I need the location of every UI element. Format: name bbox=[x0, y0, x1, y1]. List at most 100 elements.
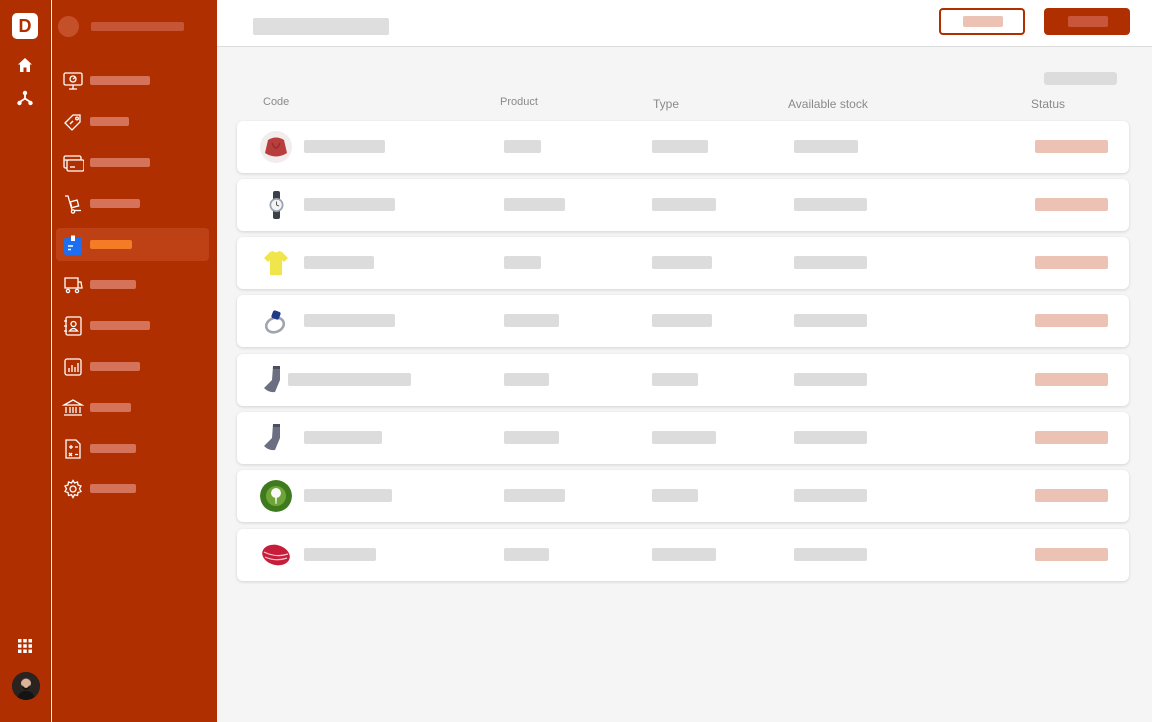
sidebar-item-purchases[interactable] bbox=[56, 268, 209, 301]
available-stock bbox=[794, 314, 867, 327]
product-type bbox=[652, 431, 716, 444]
table-row[interactable] bbox=[237, 295, 1129, 347]
inventory-icon bbox=[62, 234, 84, 256]
sidebar-item-label bbox=[90, 76, 150, 85]
column-header-status[interactable]: Status bbox=[1031, 97, 1065, 111]
product-type bbox=[652, 198, 716, 211]
product-image bbox=[260, 247, 292, 279]
product-type bbox=[652, 373, 698, 386]
product-image bbox=[260, 480, 292, 512]
sidebar-item-label bbox=[90, 444, 136, 453]
product-image bbox=[260, 305, 292, 337]
column-header-code[interactable]: Code bbox=[263, 96, 289, 108]
status-badge bbox=[1035, 489, 1108, 502]
status-badge bbox=[1035, 140, 1108, 153]
status-badge bbox=[1035, 431, 1108, 444]
product-type bbox=[652, 314, 712, 327]
product-code bbox=[304, 198, 395, 211]
bank-icon bbox=[61, 397, 85, 419]
sidebar-item-label bbox=[90, 280, 136, 289]
product-image bbox=[260, 189, 292, 221]
secondary-action-button[interactable] bbox=[939, 8, 1025, 35]
product-code bbox=[304, 140, 385, 153]
sidebar-item-reports[interactable] bbox=[56, 350, 209, 383]
product-image bbox=[260, 131, 292, 163]
product-type bbox=[652, 548, 716, 561]
product-name bbox=[504, 256, 541, 269]
sidebar bbox=[52, 0, 217, 722]
tag-icon bbox=[62, 111, 84, 133]
sidebar-item-label bbox=[90, 199, 140, 208]
sidebar-item-settings[interactable] bbox=[56, 472, 209, 505]
available-stock bbox=[794, 198, 867, 211]
sidebar-item-label bbox=[90, 484, 136, 493]
reports-icon bbox=[62, 356, 84, 378]
available-stock bbox=[794, 256, 867, 269]
product-code bbox=[304, 314, 395, 327]
product-type bbox=[652, 140, 708, 153]
status-badge bbox=[1035, 256, 1108, 269]
product-name bbox=[504, 548, 549, 561]
product-code bbox=[288, 373, 411, 386]
sidebar-item-tags[interactable] bbox=[56, 105, 209, 138]
column-header-type[interactable]: Type bbox=[653, 97, 679, 111]
product-code bbox=[304, 548, 376, 561]
workspace-avatar[interactable] bbox=[58, 16, 79, 37]
product-name bbox=[504, 314, 559, 327]
product-code bbox=[304, 256, 374, 269]
product-code bbox=[304, 431, 382, 444]
sidebar-item-label bbox=[90, 240, 132, 249]
table-row[interactable] bbox=[237, 412, 1129, 464]
product-image bbox=[260, 539, 292, 571]
sidebar-item-label bbox=[90, 158, 150, 167]
hand-truck-icon bbox=[62, 193, 84, 215]
status-badge bbox=[1035, 314, 1108, 327]
status-badge bbox=[1035, 373, 1108, 386]
settings-icon bbox=[62, 478, 84, 500]
status-badge bbox=[1035, 548, 1108, 561]
sidebar-item-inventory[interactable] bbox=[56, 228, 209, 261]
sidebar-item-dashboard[interactable] bbox=[56, 64, 209, 97]
table-row[interactable] bbox=[237, 354, 1129, 406]
product-name bbox=[504, 198, 565, 211]
table-row[interactable] bbox=[237, 470, 1129, 522]
app-rail: D bbox=[0, 0, 51, 722]
sidebar-item-banking[interactable] bbox=[56, 391, 209, 424]
filter-chip[interactable] bbox=[1044, 72, 1117, 85]
column-header-product[interactable]: Product bbox=[500, 96, 538, 108]
page-title bbox=[253, 18, 389, 35]
contacts-icon bbox=[62, 315, 84, 337]
network-icon[interactable] bbox=[15, 88, 35, 108]
sidebar-item-label bbox=[90, 403, 131, 412]
sidebar-item-cards[interactable] bbox=[56, 146, 209, 179]
user-avatar[interactable] bbox=[12, 672, 40, 700]
status-badge bbox=[1035, 198, 1108, 211]
primary-action-button[interactable] bbox=[1044, 8, 1130, 35]
sidebar-item-accounting[interactable] bbox=[56, 432, 209, 465]
available-stock bbox=[794, 548, 867, 561]
table-row[interactable] bbox=[237, 179, 1129, 231]
sidebar-item-contacts[interactable] bbox=[56, 309, 209, 342]
calculator-icon bbox=[62, 438, 84, 460]
sidebar-item-label bbox=[90, 321, 150, 330]
sidebar-item-label bbox=[90, 362, 140, 371]
sidebar-item-logistics[interactable] bbox=[56, 187, 209, 220]
home-icon[interactable] bbox=[15, 55, 35, 75]
top-bar bbox=[217, 0, 1152, 47]
available-stock bbox=[794, 489, 867, 502]
table-row[interactable] bbox=[237, 529, 1129, 581]
product-code bbox=[304, 489, 392, 502]
table-row[interactable] bbox=[237, 237, 1129, 289]
workspace-name[interactable] bbox=[91, 22, 184, 31]
product-name bbox=[504, 431, 559, 444]
product-image bbox=[260, 422, 292, 454]
app-logo[interactable]: D bbox=[12, 13, 38, 39]
card-icon bbox=[62, 152, 85, 174]
product-name bbox=[504, 373, 549, 386]
table-row[interactable] bbox=[237, 121, 1129, 173]
cart-icon bbox=[62, 274, 84, 296]
available-stock bbox=[794, 140, 858, 153]
column-header-available-stock[interactable]: Available stock bbox=[788, 97, 868, 111]
apps-grid-icon[interactable] bbox=[15, 636, 35, 656]
product-name bbox=[504, 140, 541, 153]
